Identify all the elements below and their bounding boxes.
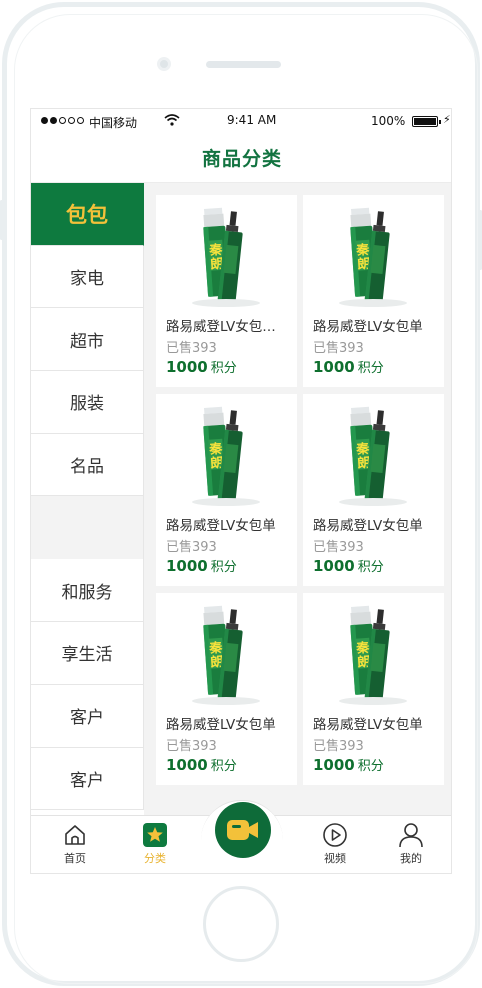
product-card[interactable]: 秦 朗 路易威登LV女包单 已售393 1000 积分: [303, 394, 444, 586]
category-item-customer-1[interactable]: 客户: [31, 684, 144, 748]
product-sold-count: 已售393: [166, 341, 217, 356]
product-price: 1000 积分: [166, 755, 237, 774]
product-name: 路易威登LV女包单: [313, 319, 423, 335]
product-name: 路易威登LV女包单: [166, 717, 276, 733]
product-card[interactable]: 秦 朗 路易威登LV女包单 已售393 1000 积分: [156, 593, 297, 785]
product-price-unit: 积分: [210, 560, 237, 575]
carrier-label: 中国移动: [89, 116, 138, 130]
home-icon: [65, 825, 85, 845]
nav-bar: 商品分类: [31, 135, 451, 183]
product-image: 秦 朗: [192, 207, 260, 307]
product-name: 路易威登LV女包…: [166, 319, 276, 335]
category-item-clothing[interactable]: 服装: [31, 371, 144, 434]
category-item-supermarket[interactable]: 超市: [31, 308, 144, 372]
product-price: 1000 积分: [313, 755, 384, 774]
tab-profile[interactable]: 我的: [381, 822, 441, 866]
page-title: 商品分类: [201, 148, 282, 170]
product-name: 路易威登LV女包单: [313, 518, 423, 534]
signal-icon: [41, 117, 84, 124]
earpiece-speaker: [206, 61, 281, 68]
product-card[interactable]: 秦 朗 路易威登LV女包单 已售393 1000 积分: [156, 394, 297, 586]
category-item-services[interactable]: 和服务: [31, 559, 144, 623]
product-name: 路易威登LV女包单: [166, 518, 276, 534]
product-card[interactable]: 秦 朗 路易威登LV女包单 已售393 1000 积分: [303, 593, 444, 785]
tab-video-label: 视频: [324, 852, 346, 865]
tab-category-label: 分类: [144, 852, 166, 865]
battery-icon: [412, 116, 441, 127]
home-button[interactable]: [203, 886, 279, 962]
category-item-appliances[interactable]: 家电: [31, 245, 144, 309]
product-grid: 秦 朗 路易威登LV女包… 已售393 1000 积分 秦 朗 路易威登LV女包…: [156, 195, 446, 785]
status-bar: 中国移动 9:41 AM 100% ⚡: [31, 109, 451, 135]
product-price-value: 1000: [166, 557, 208, 575]
play-icon: [323, 823, 347, 847]
product-image: 秦 朗: [339, 207, 407, 307]
category-star-icon: [143, 823, 167, 847]
category-item-bags[interactable]: 包包: [31, 183, 144, 246]
battery-percent: 100%: [371, 114, 406, 128]
product-sold-count: 已售393: [313, 341, 364, 356]
product-price: 1000 积分: [166, 556, 237, 575]
product-price-value: 1000: [313, 756, 355, 774]
product-price: 1000 积分: [166, 357, 237, 376]
product-price-value: 1000: [166, 358, 208, 376]
bottom-tab-bar: 首页 分类 视频 我的: [31, 800, 451, 873]
tab-category[interactable]: 分类: [125, 822, 185, 866]
category-sidebar: 包包 家电 超市 服装 名品 和服务 享生活 客户 客户: [31, 183, 144, 833]
product-sold-count: 已售393: [166, 540, 217, 555]
product-sold-count: 已售393: [313, 540, 364, 555]
product-card[interactable]: 秦 朗 路易威登LV女包单 已售393 1000 积分: [303, 195, 444, 387]
product-name: 路易威登LV女包单: [313, 717, 423, 733]
product-price-unit: 积分: [357, 361, 384, 376]
front-camera: [157, 57, 171, 71]
product-sold-count: 已售393: [313, 739, 364, 754]
video-camera-icon: [227, 820, 258, 840]
video-record-button[interactable]: [215, 802, 271, 858]
product-image: 秦 朗: [339, 605, 407, 705]
product-price: 1000 积分: [313, 556, 384, 575]
tab-home[interactable]: 首页: [45, 822, 105, 866]
product-price: 1000 积分: [313, 357, 384, 376]
product-price-unit: 积分: [357, 759, 384, 774]
tab-home-label: 首页: [64, 852, 86, 865]
category-item-luxury[interactable]: 名品: [31, 433, 144, 497]
tab-profile-label: 我的: [400, 852, 422, 865]
product-price-unit: 积分: [210, 759, 237, 774]
product-price-value: 1000: [166, 756, 208, 774]
charging-icon: ⚡: [443, 113, 451, 126]
wifi-icon: [164, 114, 180, 126]
product-price-value: 1000: [313, 358, 355, 376]
status-time: 9:41 AM: [227, 113, 277, 127]
product-price-value: 1000: [313, 557, 355, 575]
product-price-unit: 积分: [357, 560, 384, 575]
category-item-customer-2[interactable]: 客户: [31, 747, 144, 811]
product-image: 秦 朗: [192, 406, 260, 506]
product-image: 秦 朗: [339, 406, 407, 506]
category-gap: [31, 496, 144, 560]
product-sold-count: 已售393: [166, 739, 217, 754]
side-button-left: [0, 200, 3, 240]
product-card[interactable]: 秦 朗 路易威登LV女包… 已售393 1000 积分: [156, 195, 297, 387]
user-icon: [399, 823, 423, 848]
product-price-unit: 积分: [210, 361, 237, 376]
tab-video[interactable]: 视频: [305, 822, 365, 866]
category-item-lifestyle[interactable]: 享生活: [31, 622, 144, 685]
product-image: 秦 朗: [192, 605, 260, 705]
app-screen: 中国移动 9:41 AM 100% ⚡ 商品分类 包包 家电 超市 服装 名品 …: [30, 108, 452, 874]
